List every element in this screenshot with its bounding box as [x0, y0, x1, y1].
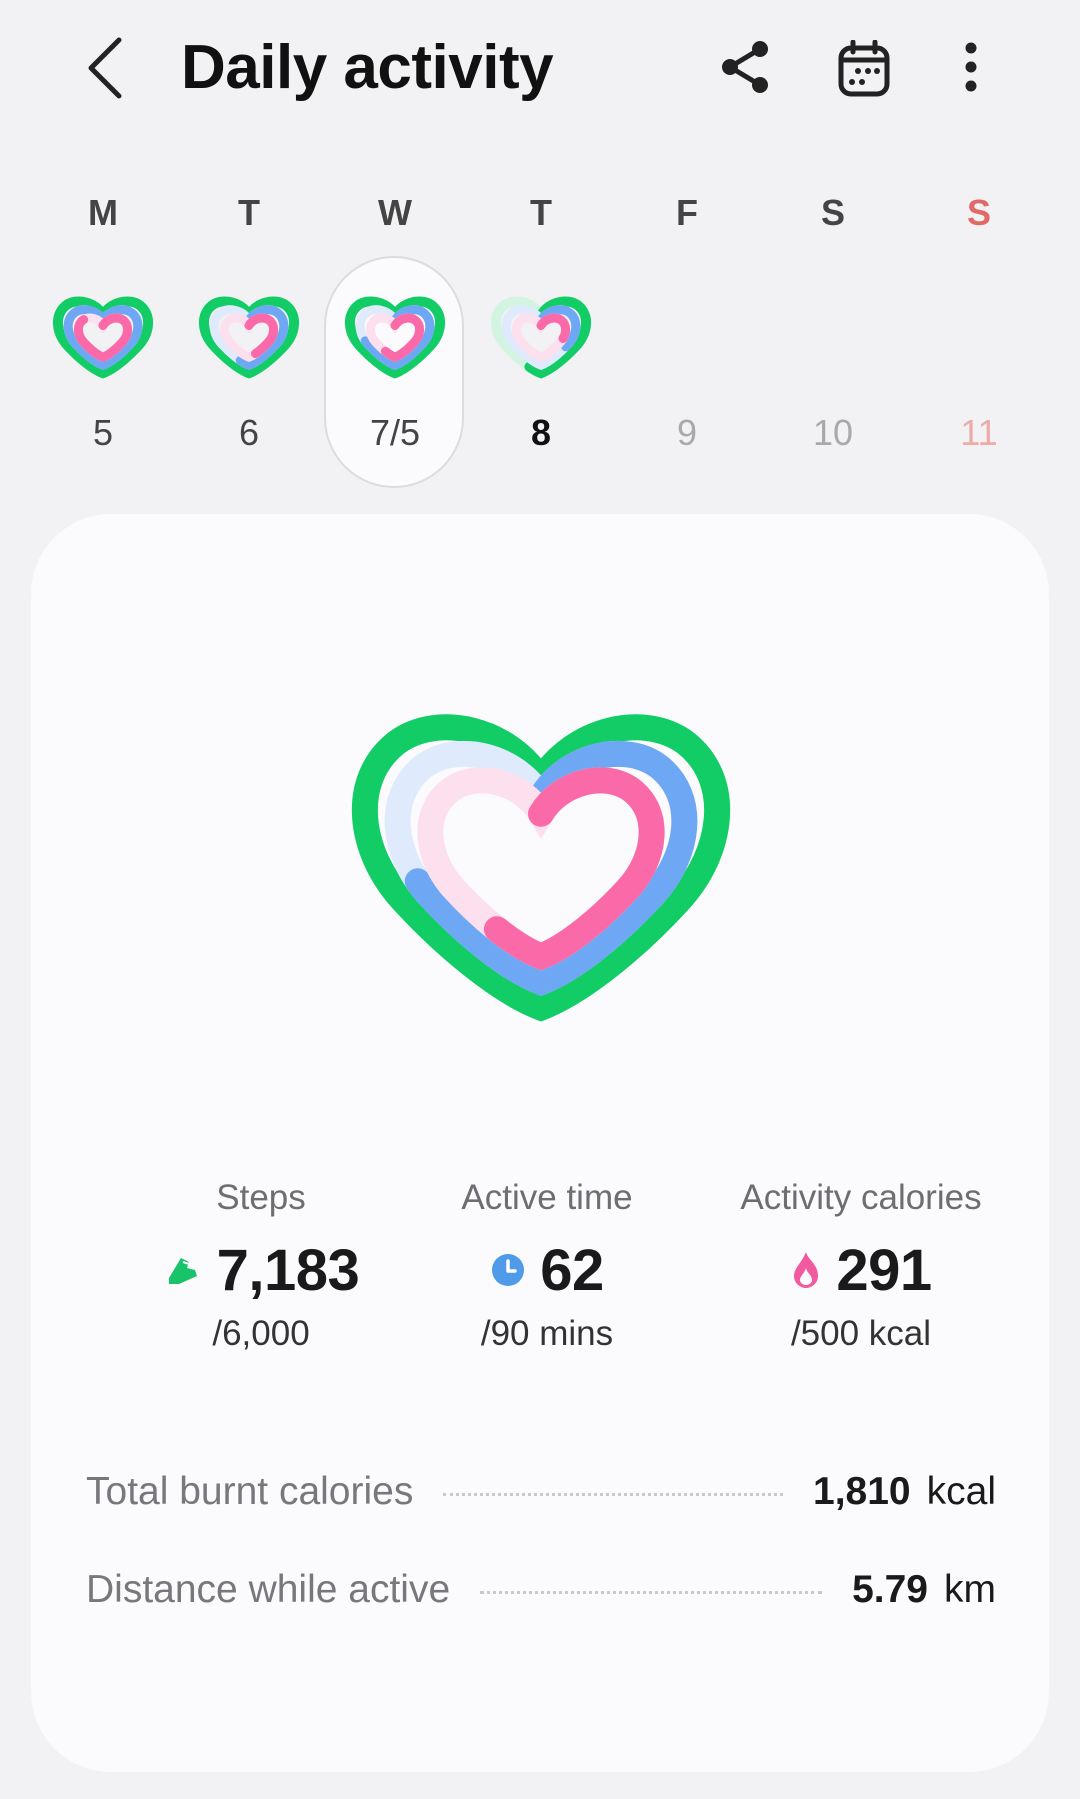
flame-icon: [794, 1252, 819, 1288]
steps-goal: /6,000: [212, 1314, 310, 1353]
page-title: Daily activity: [181, 33, 554, 102]
share-icon: [722, 41, 768, 93]
chevron-left-icon: [88, 37, 122, 99]
activity-calories-stat[interactable]: Activity calories 291 /500 kcal: [701, 1174, 1021, 1356]
day-9: F9: [614, 180, 760, 490]
active-time-label: Active time: [461, 1178, 633, 1217]
total-burnt-calories-row[interactable]: Total burnt calories 1,810 kcal: [86, 1462, 996, 1522]
distance-row[interactable]: Distance while active 5.79 km: [86, 1560, 996, 1620]
active-time-value: 62: [540, 1237, 604, 1303]
day-letter: T: [238, 192, 260, 233]
shoe-icon: [168, 1258, 197, 1284]
distance-value: 5.79: [852, 1568, 928, 1611]
day-number: 9: [676, 412, 698, 453]
stats-row: Steps 7,183 /6,000 Active time 62 /90 mi…: [31, 1174, 1049, 1374]
total-burnt-calories-unit: kcal: [926, 1470, 996, 1513]
day-number: 10: [812, 412, 854, 453]
activity-calories-value: 291: [836, 1237, 932, 1303]
day-activity-rings: [491, 296, 591, 379]
share-button[interactable]: [710, 32, 780, 102]
day-number: 6: [238, 412, 260, 453]
active-time-goal: /90 mins: [480, 1314, 614, 1353]
day-activity-rings: [199, 296, 299, 379]
day-5[interactable]: M5: [30, 180, 176, 490]
distance-label: Distance while active: [86, 1568, 451, 1611]
day-10: S 10: [760, 180, 906, 490]
more-vertical-icon: [965, 42, 977, 92]
app-header: Daily activity: [0, 0, 1080, 140]
day-number: 5: [92, 412, 114, 453]
activity-calories-label: Activity calories: [740, 1178, 982, 1217]
calendar-icon: [838, 40, 890, 97]
total-burnt-calories-value: 1,810: [813, 1470, 911, 1513]
steps-value: 7,183: [216, 1237, 360, 1303]
week-strip: M 5 T 6 W 7/5 T 8 F 9 S 10 S 11: [0, 180, 1080, 500]
day-number: 11: [960, 412, 998, 453]
distance-unit: km: [944, 1568, 996, 1611]
dotted-leader: [480, 1590, 823, 1594]
day-7-5[interactable]: W 7/5: [322, 180, 468, 490]
day-letter: F: [676, 192, 698, 233]
day-6[interactable]: T6: [176, 180, 322, 490]
clock-icon: [492, 1254, 525, 1286]
day-11: S 11: [906, 180, 1052, 490]
calendar-button[interactable]: [827, 32, 901, 106]
dotted-leader: [443, 1492, 784, 1496]
more-options-button[interactable]: [950, 32, 992, 102]
back-button[interactable]: [70, 28, 140, 108]
day-letter: S: [966, 192, 991, 233]
active-time-stat[interactable]: Active time 62 /90 mins: [397, 1174, 697, 1356]
day-letter: T: [530, 192, 552, 233]
day-letter: S: [820, 192, 845, 233]
total-burnt-calories-label: Total burnt calories: [86, 1470, 414, 1513]
day-letter: W: [378, 192, 412, 233]
activity-rings-heart[interactable]: [321, 672, 761, 1072]
day-activity-rings: [345, 296, 445, 379]
day-number: 7/5: [369, 412, 421, 453]
day-number: 8: [530, 412, 552, 453]
activity-card: Steps 7,183 /6,000 Active time 62 /90 mi…: [31, 514, 1049, 1772]
steps-stat[interactable]: Steps 7,183 /6,000: [111, 1174, 411, 1356]
activity-calories-goal: /500 kcal: [790, 1314, 932, 1353]
day-activity-rings: [53, 296, 153, 379]
day-letter: M: [88, 192, 118, 233]
steps-label: Steps: [216, 1178, 306, 1217]
day-8[interactable]: T8: [468, 180, 614, 490]
